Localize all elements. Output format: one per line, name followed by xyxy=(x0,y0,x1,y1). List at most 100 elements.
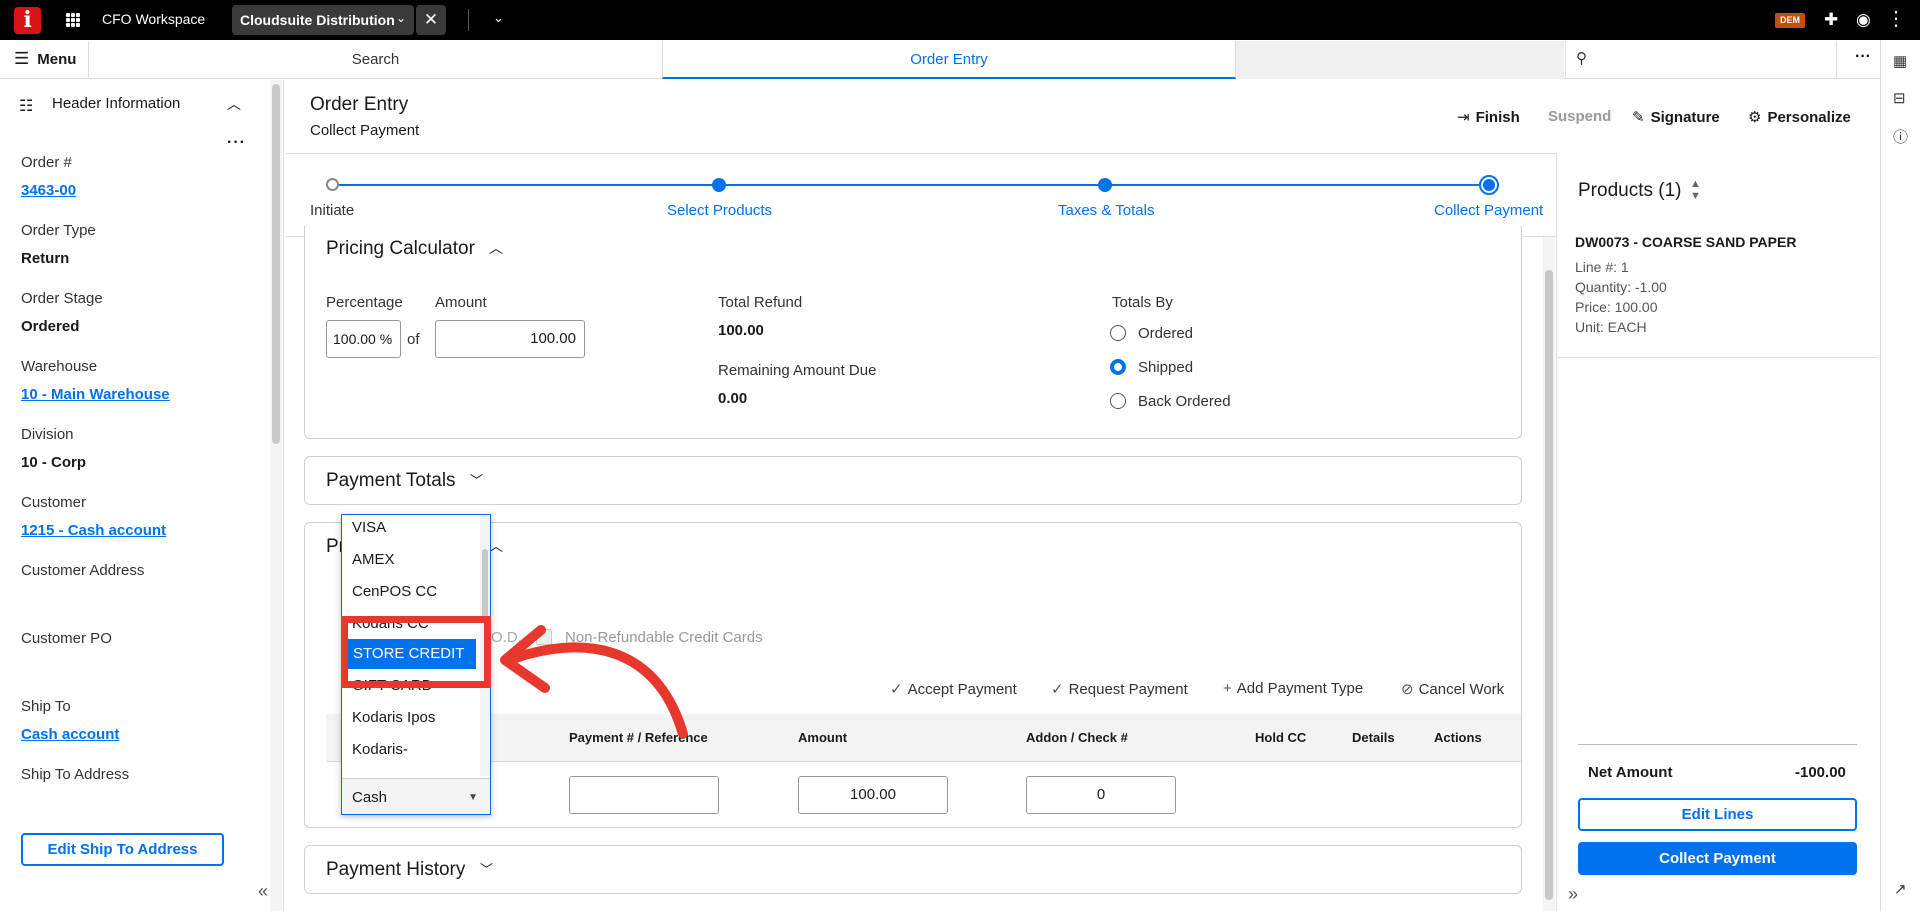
step-initiate-label[interactable]: Initiate xyxy=(310,202,354,219)
step-select-products-label[interactable]: Select Products xyxy=(667,202,772,219)
product-line: Line #: 1 xyxy=(1575,259,1629,275)
list-icon: ☷ xyxy=(19,98,34,115)
dropdown-option-kodaris[interactable]: Kodaris- xyxy=(342,735,477,765)
edit-icon: ✎ xyxy=(1632,109,1645,126)
payment-type-select[interactable]: Cash ▼ xyxy=(342,778,490,814)
order-number-label: Order # xyxy=(21,154,72,171)
chevron-up-icon[interactable]: ︿ xyxy=(489,536,503,556)
scrollbar[interactable] xyxy=(1545,270,1553,900)
net-amount-label: Net Amount xyxy=(1588,764,1673,781)
help-icon[interactable]: ⓘ xyxy=(1893,126,1908,147)
remaining-amount-value: 0.00 xyxy=(718,390,748,407)
add-icon[interactable]: ✚ xyxy=(1824,10,1838,30)
addon-input[interactable]: 0 xyxy=(1026,776,1176,814)
more-horizontal-icon[interactable]: ··· xyxy=(227,134,246,152)
external-link-icon[interactable]: ↗ xyxy=(1894,880,1907,898)
cancel-icon: ⊘ xyxy=(1401,681,1414,698)
radio-ordered[interactable] xyxy=(1110,325,1126,341)
column-header-hold-cc: Hold CC xyxy=(1255,730,1307,745)
menu-button[interactable]: ☰ Menu xyxy=(14,49,76,69)
customer-link[interactable]: 1215 - Cash account xyxy=(21,522,166,539)
radio-shipped[interactable] xyxy=(1110,359,1126,375)
close-icon[interactable]: ✕ xyxy=(416,5,446,35)
reference-input[interactable] xyxy=(569,776,719,814)
more-vertical-icon[interactable]: ⋮ xyxy=(1886,6,1906,31)
ship-to-address-label: Ship To Address xyxy=(21,766,130,783)
global-search-input[interactable] xyxy=(1598,47,1828,73)
step-collect-payment-dot[interactable] xyxy=(1479,175,1499,195)
layout-icon[interactable]: ▦ xyxy=(1893,52,1907,70)
amount-cell-input[interactable]: 100.00 xyxy=(798,776,948,814)
app-tab[interactable]: Cloudsuite Distribution ⌄ xyxy=(232,5,414,35)
chevron-down-icon[interactable]: ﹀ xyxy=(470,470,483,489)
user-icon[interactable]: ◉ xyxy=(1856,10,1871,30)
tab-search[interactable]: Search xyxy=(89,41,662,79)
radio-ordered-label[interactable]: Ordered xyxy=(1138,325,1193,342)
dropdown-option-kodaris-ipos[interactable]: Kodaris Ipos xyxy=(342,703,477,733)
radio-shipped-label[interactable]: Shipped xyxy=(1138,359,1193,376)
collect-payment-button[interactable]: Collect Payment xyxy=(1578,842,1857,875)
inbox-icon[interactable]: ⊟ xyxy=(1893,89,1906,107)
edit-lines-button[interactable]: Edit Lines xyxy=(1578,798,1857,831)
accept-payment-button[interactable]: ✓ Accept Payment xyxy=(890,680,1017,698)
tab-bar-empty-area xyxy=(1236,41,1564,79)
add-payment-type-button[interactable]: + Add Payment Type xyxy=(1223,680,1363,697)
radio-back-ordered[interactable] xyxy=(1110,393,1126,409)
customer-po-label: Customer PO xyxy=(21,630,112,647)
scrollbar[interactable] xyxy=(482,549,488,619)
of-label: of xyxy=(407,331,420,348)
infor-logo[interactable]: i xyxy=(14,7,41,34)
highlight-box-annotation xyxy=(341,616,491,688)
dropdown-option-visa[interactable]: VISA xyxy=(342,515,477,543)
edit-ship-to-address-button[interactable]: Edit Ship To Address xyxy=(21,833,224,866)
tab-list-chevron-icon[interactable]: ⌄ xyxy=(493,10,504,26)
settings-icon: ⚙ xyxy=(1748,109,1762,126)
dropdown-option-cenpos-cc[interactable]: CenPOS CC xyxy=(342,577,477,607)
app-switcher-icon[interactable] xyxy=(66,13,80,27)
add-payment-type-label: Add Payment Type xyxy=(1236,680,1364,697)
amount-input[interactable]: 100.00 xyxy=(435,320,585,358)
chevron-up-icon[interactable]: ︿ xyxy=(227,94,241,114)
personalize-button[interactable]: ⚙ Personalize xyxy=(1748,108,1851,126)
chevron-up-icon[interactable]: ︿ xyxy=(489,238,503,258)
expand-panel-icon[interactable]: » xyxy=(1568,884,1578,905)
product-name[interactable]: DW0073 - COARSE SAND PAPER xyxy=(1575,234,1796,250)
step-collect-payment-label[interactable]: Collect Payment xyxy=(1434,202,1543,219)
step-taxes-totals-label[interactable]: Taxes & Totals xyxy=(1058,202,1154,219)
step-taxes-totals-dot[interactable] xyxy=(1098,178,1112,192)
chevron-down-icon[interactable]: ⌄ xyxy=(396,11,406,25)
ship-to-link[interactable]: Cash account xyxy=(21,726,119,743)
personalize-label: Personalize xyxy=(1767,109,1851,126)
accept-payment-label: Accept Payment xyxy=(907,681,1017,698)
workspace-name[interactable]: CFO Workspace xyxy=(102,11,205,27)
payment-totals-title: Payment Totals xyxy=(326,470,456,491)
global-search[interactable]: ⚲ xyxy=(1565,41,1837,79)
order-number-link[interactable]: 3463-00 xyxy=(21,182,76,199)
cancel-work-button[interactable]: ⊘ Cancel Work xyxy=(1401,680,1504,698)
division-value: 10 - Corp xyxy=(21,454,87,471)
sort-icon[interactable]: ▲ ▼ xyxy=(1690,178,1701,202)
suspend-button[interactable]: Suspend xyxy=(1548,108,1611,125)
dropdown-option-amex[interactable]: AMEX xyxy=(342,545,477,575)
radio-back-ordered-label[interactable]: Back Ordered xyxy=(1138,393,1231,410)
chevron-down-icon[interactable]: ﹀ xyxy=(480,859,493,878)
signature-button[interactable]: ✎ Signature xyxy=(1632,108,1720,126)
column-header-actions: Actions xyxy=(1434,730,1482,745)
more-horizontal-icon[interactable]: ··· xyxy=(1855,48,1871,66)
finish-button[interactable]: ⇥ Finish xyxy=(1457,108,1520,126)
menu-label: Menu xyxy=(37,51,77,68)
payment-type-value: Cash xyxy=(352,789,388,806)
collapse-panel-icon[interactable]: « xyxy=(258,881,268,902)
request-payment-button[interactable]: ✓ Request Payment xyxy=(1051,680,1188,698)
page-title: Order Entry xyxy=(310,94,409,115)
total-refund-label: Total Refund xyxy=(718,294,803,311)
scrollbar[interactable] xyxy=(272,84,280,444)
percentage-input[interactable]: 100.00 % xyxy=(326,320,401,358)
step-initiate-dot[interactable] xyxy=(326,178,339,191)
tab-order-entry[interactable]: Order Entry xyxy=(662,41,1236,79)
warehouse-link[interactable]: 10 - Main Warehouse xyxy=(21,386,170,403)
step-select-products-dot[interactable] xyxy=(712,178,726,192)
payment-totals-card[interactable] xyxy=(304,456,1522,505)
payment-history-title: Payment History xyxy=(326,859,466,880)
plus-icon: + xyxy=(1223,680,1232,697)
